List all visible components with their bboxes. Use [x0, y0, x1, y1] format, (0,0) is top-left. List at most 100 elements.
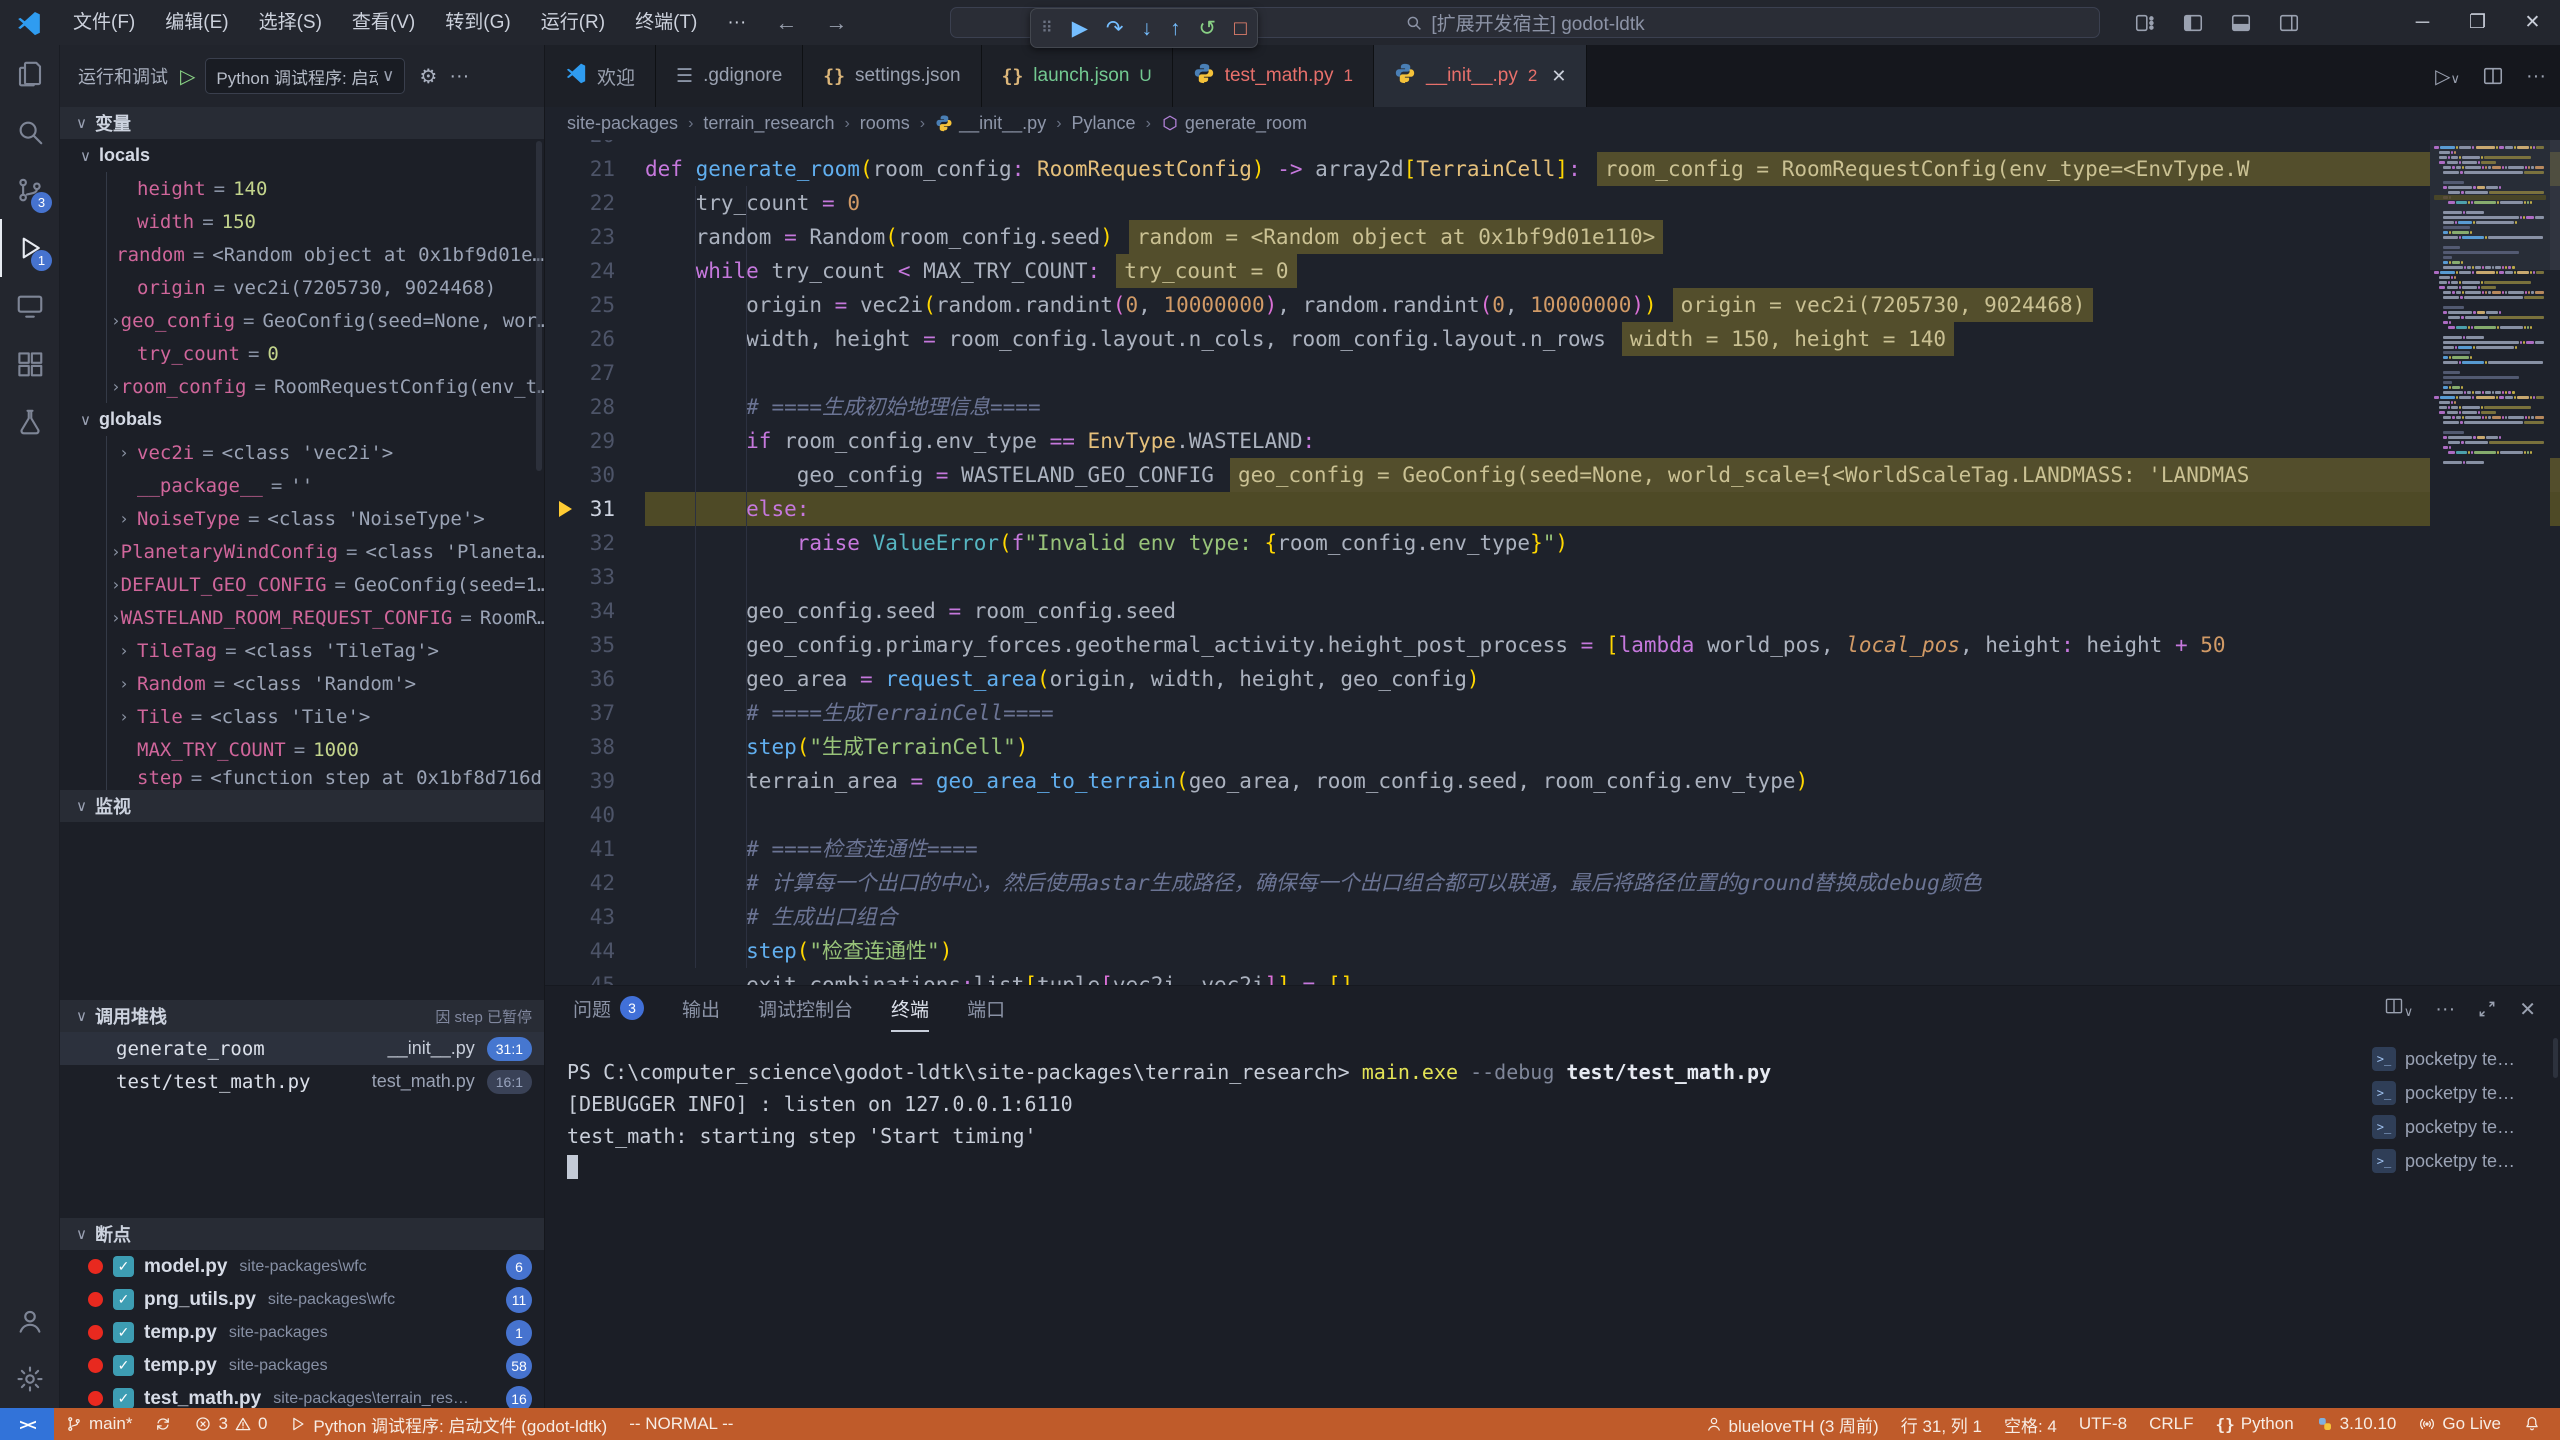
- code-line-43[interactable]: 43 # 生成出口组合: [545, 900, 2560, 934]
- statusbar-cursor-position[interactable]: 行 31, 列 1: [1890, 1408, 1993, 1440]
- step-out-button[interactable]: ↑: [1170, 18, 1181, 39]
- panel-tab-调试控制台[interactable]: 调试控制台: [758, 986, 853, 1032]
- statusbar-vim-mode[interactable]: -- NORMAL --: [618, 1408, 744, 1440]
- maximize-panel-icon[interactable]: [2477, 999, 2497, 1019]
- toggle-secondary-sidebar-icon[interactable]: [2278, 12, 2300, 34]
- statusbar-language[interactable]: {}Python: [2204, 1408, 2304, 1440]
- remote-indicator[interactable]: ><: [0, 1408, 54, 1440]
- statusbar-indentation[interactable]: 空格: 4: [1993, 1408, 2068, 1440]
- breadcrumb-item[interactable]: site-packages: [567, 113, 678, 134]
- code-line-32[interactable]: 32 raise ValueError(f"Invalid env type: …: [545, 526, 2560, 560]
- step-into-button[interactable]: ↓: [1141, 18, 1152, 39]
- code-line-36[interactable]: 36 geo_area = request_area(origin, width…: [545, 662, 2560, 696]
- menu-item[interactable]: 编辑(E): [150, 0, 243, 45]
- code-line-26[interactable]: 26 width, height = room_config.layout.n_…: [545, 322, 2560, 356]
- restart-button[interactable]: ↺: [1198, 18, 1216, 39]
- variable-row[interactable]: height=140: [107, 172, 544, 205]
- breadcrumb-item[interactable]: terrain_research: [703, 113, 834, 134]
- menu-item[interactable]: 运行(R): [526, 0, 620, 45]
- breadcrumb[interactable]: site-packages›terrain_research›rooms›__i…: [545, 107, 2560, 140]
- variable-row[interactable]: random=<Random object at 0x1bf9d01e…: [107, 238, 544, 271]
- menu-item[interactable]: 文件(F): [58, 0, 150, 45]
- toggle-primary-sidebar-icon[interactable]: [2182, 12, 2204, 34]
- debug-config-dropdown[interactable]: Python 调试程序: 启动 ∨: [205, 58, 405, 94]
- editor-tab-launch.json[interactable]: {}launch.jsonU: [982, 45, 1173, 107]
- variable-row[interactable]: width=150: [107, 205, 544, 238]
- panel-tab-端口[interactable]: 端口: [967, 986, 1005, 1032]
- scrollbar-thumb[interactable]: [536, 141, 542, 471]
- editor-tab-欢迎[interactable]: 欢迎: [545, 45, 656, 107]
- variables-section-header[interactable]: ∨ 变量: [60, 107, 544, 139]
- checkbox-checked[interactable]: ✓: [113, 1256, 134, 1277]
- terminal-list-item[interactable]: >_pocketpy te…: [2372, 1144, 2544, 1178]
- code-line-23[interactable]: 23 random = Random(room_config.seed)rand…: [545, 220, 2560, 254]
- statusbar-eol[interactable]: CRLF: [2138, 1408, 2204, 1440]
- breadcrumb-item[interactable]: rooms: [860, 113, 910, 134]
- statusbar-go-live[interactable]: Go Live: [2407, 1408, 2512, 1440]
- code-line-20[interactable]: 20: [545, 140, 2560, 152]
- code-line-44[interactable]: 44 step("检查连通性"): [545, 934, 2560, 968]
- variable-row[interactable]: ›Tile=<class 'Tile'>: [107, 700, 544, 733]
- variable-row[interactable]: ›PlanetaryWindConfig=<class 'Planeta…: [107, 535, 544, 568]
- checkbox-checked[interactable]: ✓: [113, 1388, 134, 1408]
- variable-row[interactable]: ›TileTag=<class 'TileTag'>: [107, 634, 544, 667]
- menu-item[interactable]: 查看(V): [337, 0, 430, 45]
- code-line-27[interactable]: 27: [545, 356, 2560, 390]
- variable-row[interactable]: origin=vec2i(7205730, 9024468): [107, 271, 544, 304]
- terminal-list-item[interactable]: >_pocketpy te…: [2372, 1076, 2544, 1110]
- breakpoint-row[interactable]: ✓temp.pysite-packages58: [60, 1349, 544, 1382]
- code-line-30[interactable]: 30 geo_config = WASTELAND_GEO_CONFIGgeo_…: [545, 458, 2560, 492]
- menu-item[interactable]: 终端(T): [620, 0, 712, 45]
- variable-row[interactable]: try_count=0: [107, 337, 544, 370]
- start-debug-button[interactable]: ▷: [180, 64, 195, 89]
- callstack-frame[interactable]: test/test_math.pytest_math.py16:1: [60, 1065, 544, 1098]
- minimize-button[interactable]: ─: [2395, 0, 2450, 45]
- editor-tab-settings.json[interactable]: {}settings.json: [803, 45, 981, 107]
- more-actions-icon[interactable]: ···: [2435, 998, 2455, 1021]
- breakpoint-row[interactable]: ✓png_utils.pysite-packages\wfc11: [60, 1283, 544, 1316]
- breakpoint-row[interactable]: ✓temp.pysite-packages1: [60, 1316, 544, 1349]
- drag-grip-icon[interactable]: ⠿: [1041, 18, 1054, 38]
- nav-forward-button[interactable]: →: [811, 10, 861, 36]
- statusbar-encoding[interactable]: UTF-8: [2068, 1408, 2138, 1440]
- code-line-25[interactable]: 25 origin = vec2i(random.randint(0, 1000…: [545, 288, 2560, 322]
- code-line-38[interactable]: 38 step("生成TerrainCell"): [545, 730, 2560, 764]
- terminal-output[interactable]: PS C:\computer_science\godot-ldtk\site-p…: [545, 1032, 2360, 1408]
- customize-layout-icon[interactable]: [2134, 12, 2156, 34]
- breadcrumb-item[interactable]: generate_room: [1161, 113, 1307, 134]
- code-line-21[interactable]: 21def generate_room(room_config: RoomReq…: [545, 152, 2560, 186]
- minimap[interactable]: [2430, 140, 2550, 700]
- variable-row[interactable]: MAX_TRY_COUNT=1000: [107, 733, 544, 766]
- variable-row[interactable]: ›Random=<class 'Random'>: [107, 667, 544, 700]
- menu-item[interactable]: 转到(G): [430, 0, 525, 45]
- nav-back-button[interactable]: ←: [761, 10, 811, 36]
- variable-row[interactable]: step=<function step at 0x1bf8d716d: [107, 766, 544, 790]
- statusbar-problems[interactable]: 30: [183, 1408, 278, 1440]
- statusbar-python-version[interactable]: 3.10.10: [2305, 1408, 2408, 1440]
- code-line-28[interactable]: 28 # ====生成初始地理信息====: [545, 390, 2560, 424]
- toggle-panel-icon[interactable]: [2230, 12, 2252, 34]
- variable-row[interactable]: ›DEFAULT_GEO_CONFIG=GeoConfig(seed=1…: [107, 568, 544, 601]
- variable-row[interactable]: ›NoiseType=<class 'NoiseType'>: [107, 502, 544, 535]
- panel-tab-输出[interactable]: 输出: [682, 986, 720, 1032]
- code-line-22[interactable]: 22 try_count = 0: [545, 186, 2560, 220]
- editor-tab-__init__.py[interactable]: __init__.py2✕: [1374, 45, 1587, 107]
- activity-item-source-control[interactable]: 3: [0, 161, 59, 219]
- more-actions-icon[interactable]: ···: [2526, 65, 2546, 88]
- editor-tab-test_math.py[interactable]: test_math.py1: [1173, 45, 1374, 107]
- breadcrumb-item[interactable]: __init__.py: [935, 113, 1046, 134]
- code-line-40[interactable]: 40: [545, 798, 2560, 832]
- activity-item-explorer[interactable]: [0, 45, 59, 103]
- callstack-frame[interactable]: generate_room__init__.py31:1: [60, 1032, 544, 1065]
- code-line-41[interactable]: 41 # ====检查连通性====: [545, 832, 2560, 866]
- checkbox-checked[interactable]: ✓: [113, 1322, 134, 1343]
- variable-row[interactable]: ›WASTELAND_ROOM_REQUEST_CONFIG=RoomR…: [107, 601, 544, 634]
- menu-item[interactable]: ···: [712, 0, 761, 45]
- statusbar-author[interactable]: blueloveTH (3 周前): [1694, 1408, 1890, 1440]
- activity-item-remote-explorer[interactable]: [0, 277, 59, 335]
- activity-item-search[interactable]: [0, 103, 59, 161]
- run-python-file-button[interactable]: ▷∨: [2435, 64, 2460, 89]
- code-line-45[interactable]: 45 exit_combinations:list[tuple[vec2i, v…: [545, 968, 2560, 985]
- continue-button[interactable]: ▶: [1072, 18, 1088, 39]
- variable-row[interactable]: ›geo_config=GeoConfig(seed=None, wor…: [107, 304, 544, 337]
